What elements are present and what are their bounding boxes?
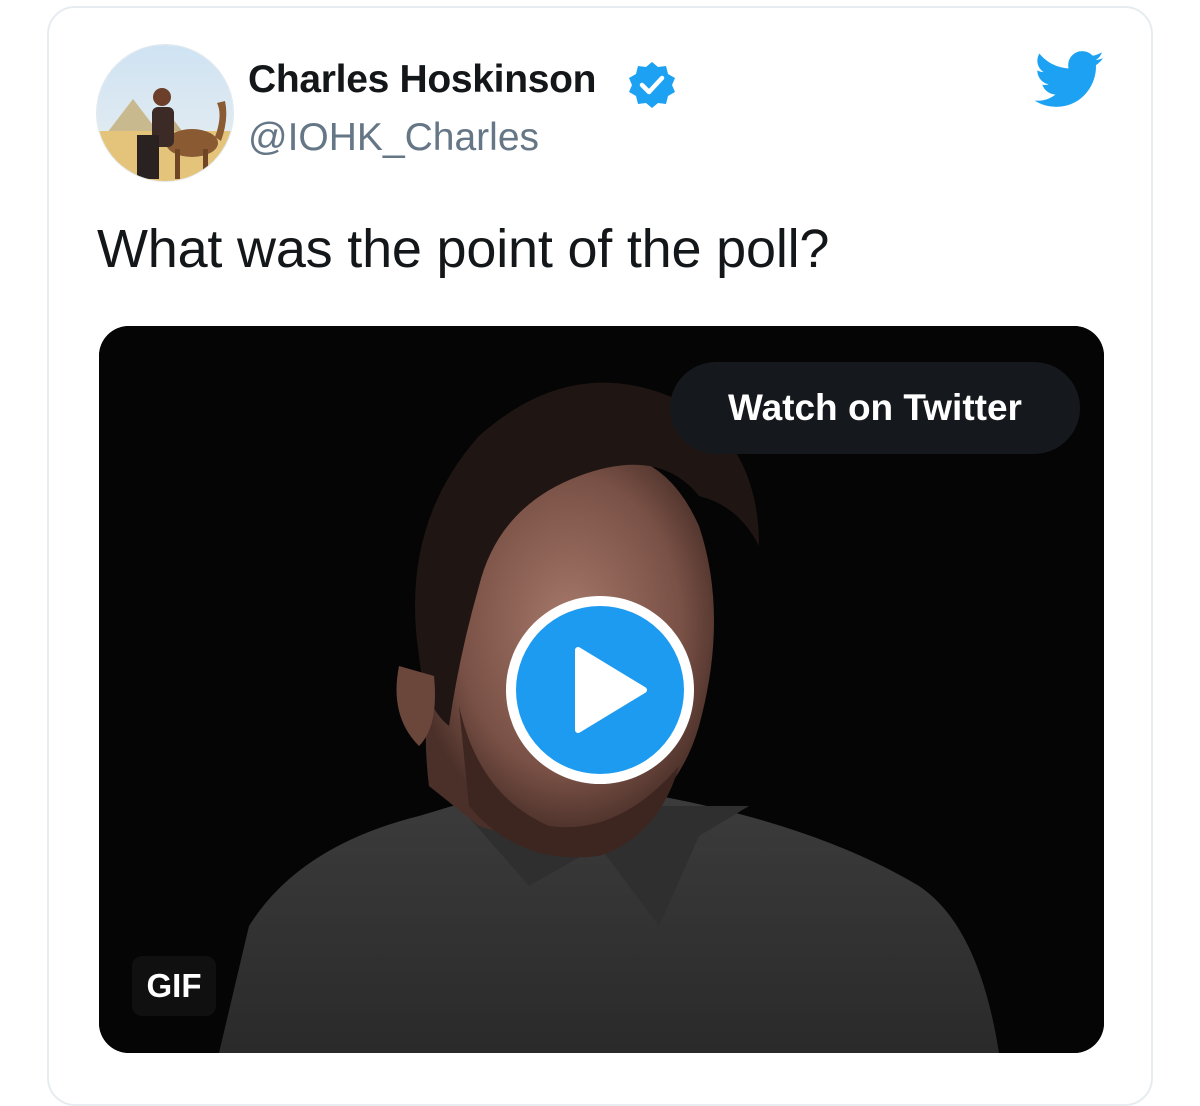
author-avatar[interactable] [96, 44, 234, 182]
twitter-bird-icon[interactable] [1035, 50, 1105, 110]
play-icon[interactable] [502, 592, 698, 788]
verified-badge-icon [629, 62, 675, 108]
gif-badge: GIF [132, 956, 216, 1016]
tweet-text: What was the point of the poll? [97, 219, 830, 279]
watch-on-twitter-button[interactable]: Watch on Twitter [670, 362, 1080, 454]
author-handle[interactable]: @IOHK_Charles [248, 116, 539, 160]
author-name[interactable]: Charles Hoskinson [248, 58, 596, 102]
avatar-image [97, 45, 233, 181]
